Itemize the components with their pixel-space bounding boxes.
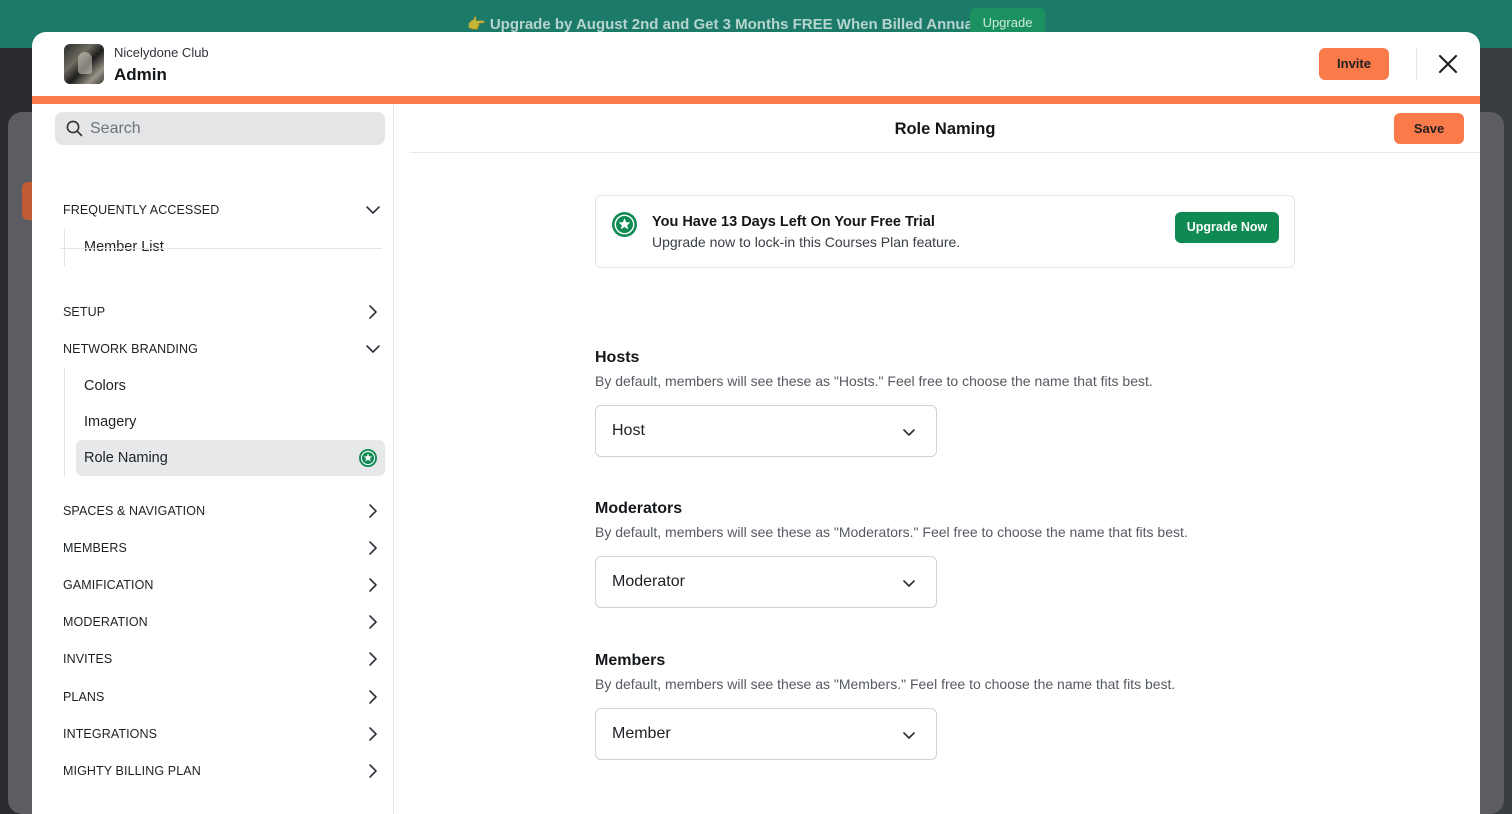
section-label: INVITES bbox=[63, 652, 113, 666]
invite-button[interactable]: Invite bbox=[1319, 48, 1389, 80]
section-plans[interactable]: PLANS bbox=[63, 685, 383, 709]
field-description: By default, members will see these as "H… bbox=[595, 373, 1153, 389]
header-divider bbox=[1416, 47, 1417, 81]
select-value: Member bbox=[612, 725, 671, 742]
sidebar-divider bbox=[60, 248, 382, 249]
field-description: By default, members will see these as "M… bbox=[595, 524, 1188, 540]
chevron-down-icon bbox=[903, 580, 915, 587]
field-title: Hosts bbox=[595, 349, 640, 366]
moderators-select[interactable]: Moderator bbox=[595, 556, 937, 608]
page-title: Role Naming bbox=[894, 120, 996, 138]
sidebar-item-imagery[interactable]: Imagery bbox=[76, 404, 385, 440]
sidebar-item-label: Imagery bbox=[84, 414, 137, 430]
section-label: FREQUENTLY ACCESSED bbox=[63, 203, 220, 217]
main-content: Role Naming Save You Have 13 Days Left O… bbox=[410, 104, 1480, 814]
sidebar-item-member-list[interactable]: Member List bbox=[76, 229, 385, 265]
section-label: MEMBERS bbox=[63, 541, 127, 555]
org-name: Nicelydone Club bbox=[114, 45, 209, 60]
section-label: PLANS bbox=[63, 690, 105, 704]
section-label: SPACES & NAVIGATION bbox=[63, 504, 206, 518]
section-gamification[interactable]: GAMIFICATION bbox=[63, 573, 383, 597]
select-value: Moderator bbox=[612, 573, 685, 590]
submenu-line bbox=[64, 368, 65, 476]
promo-banner-text: 👉 Upgrade by August 2nd and Get 3 Months… bbox=[467, 16, 990, 33]
chevron-down-icon bbox=[903, 732, 915, 739]
chevron-right-icon bbox=[369, 764, 377, 778]
trial-subtitle: Upgrade now to lock-in this Courses Plan… bbox=[652, 234, 961, 250]
section-label: NETWORK BRANDING bbox=[63, 342, 198, 356]
hosts-select[interactable]: Host bbox=[595, 405, 937, 457]
search-box[interactable] bbox=[55, 112, 385, 145]
modal-header: Nicelydone Club Admin Invite bbox=[32, 32, 1480, 96]
star-badge-icon bbox=[612, 212, 637, 237]
section-label: SETUP bbox=[63, 305, 106, 319]
section-members[interactable]: MEMBERS bbox=[63, 536, 383, 560]
chevron-right-icon bbox=[369, 578, 377, 592]
section-label: GAMIFICATION bbox=[63, 578, 154, 592]
admin-sidebar: FREQUENTLY ACCESSED Member List SETUP NE… bbox=[32, 104, 394, 814]
section-label: MODERATION bbox=[63, 615, 148, 629]
section-spaces-navigation[interactable]: SPACES & NAVIGATION bbox=[63, 499, 383, 523]
chevron-right-icon bbox=[369, 504, 377, 518]
search-icon bbox=[66, 120, 83, 137]
trial-notice-card: You Have 13 Days Left On Your Free Trial… bbox=[595, 195, 1295, 268]
section-integrations[interactable]: INTEGRATIONS bbox=[63, 722, 383, 746]
chevron-right-icon bbox=[369, 615, 377, 629]
section-label: INTEGRATIONS bbox=[63, 727, 158, 741]
trial-title: You Have 13 Days Left On Your Free Trial bbox=[652, 214, 935, 230]
field-description: By default, members will see these as "M… bbox=[595, 676, 1176, 692]
panel-title: Admin bbox=[114, 65, 167, 84]
admin-modal: Nicelydone Club Admin Invite FREQUENTLY … bbox=[32, 32, 1480, 814]
sidebar-item-colors[interactable]: Colors bbox=[76, 368, 385, 404]
section-moderation[interactable]: MODERATION bbox=[63, 610, 383, 634]
chevron-right-icon bbox=[369, 541, 377, 555]
save-button[interactable]: Save bbox=[1394, 113, 1464, 144]
network-logo bbox=[64, 44, 104, 84]
accent-bar bbox=[32, 96, 1480, 104]
section-invites[interactable]: INVITES bbox=[63, 647, 383, 671]
chevron-down-icon bbox=[366, 206, 380, 214]
sidebar-item-role-naming[interactable]: Role Naming bbox=[76, 440, 385, 476]
select-value: Host bbox=[612, 422, 645, 439]
chevron-right-icon bbox=[369, 305, 377, 319]
title-divider bbox=[410, 152, 1480, 153]
sidebar-item-label: Role Naming bbox=[84, 450, 168, 466]
chevron-down-icon bbox=[903, 429, 915, 436]
section-mighty-billing-plan[interactable]: MIGHTY BILLING PLAN bbox=[63, 759, 383, 783]
members-select[interactable]: Member bbox=[595, 708, 937, 760]
section-setup[interactable]: SETUP bbox=[63, 300, 383, 324]
search-input[interactable] bbox=[90, 112, 370, 145]
star-badge-icon bbox=[359, 449, 377, 467]
field-title: Members bbox=[595, 652, 666, 669]
close-icon bbox=[1438, 54, 1458, 74]
section-frequently-accessed[interactable]: FREQUENTLY ACCESSED bbox=[63, 198, 383, 222]
field-title: Moderators bbox=[595, 500, 683, 517]
sidebar-item-label: Member List bbox=[84, 239, 164, 255]
upgrade-now-button[interactable]: Upgrade Now bbox=[1175, 212, 1279, 243]
sidebar-item-label: Colors bbox=[84, 378, 126, 394]
section-network-branding[interactable]: NETWORK BRANDING bbox=[63, 337, 383, 361]
chevron-down-icon bbox=[366, 345, 380, 353]
chevron-right-icon bbox=[369, 652, 377, 666]
chevron-right-icon bbox=[369, 690, 377, 704]
chevron-right-icon bbox=[369, 727, 377, 741]
section-label: MIGHTY BILLING PLAN bbox=[63, 764, 201, 778]
close-button[interactable] bbox=[1432, 49, 1464, 79]
